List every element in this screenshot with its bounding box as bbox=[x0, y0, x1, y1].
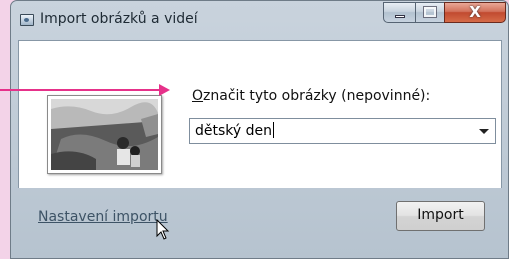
annotation-arrow-head-icon bbox=[159, 84, 170, 96]
tag-prompt-text: značit tyto obrázky (nepovinné): bbox=[203, 88, 431, 104]
dialog-content: Označit tyto obrázky (nepovinné): dětský… bbox=[18, 40, 502, 188]
minimize-button[interactable] bbox=[383, 2, 416, 23]
import-settings-link[interactable]: Nastavení importu bbox=[38, 209, 168, 225]
photo-thumbnail bbox=[47, 95, 162, 174]
title-bar[interactable]: Import obrázků a videí X bbox=[11, 1, 508, 39]
tag-prompt-label: Označit tyto obrázky (nepovinné): bbox=[192, 88, 430, 104]
import-dialog-window: Import obrázků a videí X Označit tyto ob… bbox=[10, 0, 509, 259]
close-button[interactable]: X bbox=[444, 2, 506, 23]
import-button[interactable]: Import bbox=[396, 201, 485, 231]
tag-prompt-mnemonic: O bbox=[192, 88, 204, 104]
thumbnail-image bbox=[51, 99, 158, 170]
tag-input-value: dětský den bbox=[195, 123, 272, 139]
minimize-icon bbox=[395, 15, 405, 18]
maximize-icon bbox=[423, 6, 437, 18]
window-title: Import obrázků a videí bbox=[40, 11, 198, 27]
chevron-down-icon[interactable] bbox=[479, 129, 489, 134]
page-background bbox=[0, 0, 10, 259]
annotation-arrow-line bbox=[0, 89, 162, 91]
text-caret bbox=[273, 122, 274, 138]
mouse-pointer-icon bbox=[156, 219, 170, 240]
tag-combobox[interactable]: dětský den bbox=[189, 118, 496, 144]
tag-input[interactable]: dětský den bbox=[195, 122, 274, 139]
camera-app-icon bbox=[20, 14, 34, 26]
maximize-button[interactable] bbox=[415, 2, 445, 23]
close-icon: X bbox=[469, 3, 481, 21]
